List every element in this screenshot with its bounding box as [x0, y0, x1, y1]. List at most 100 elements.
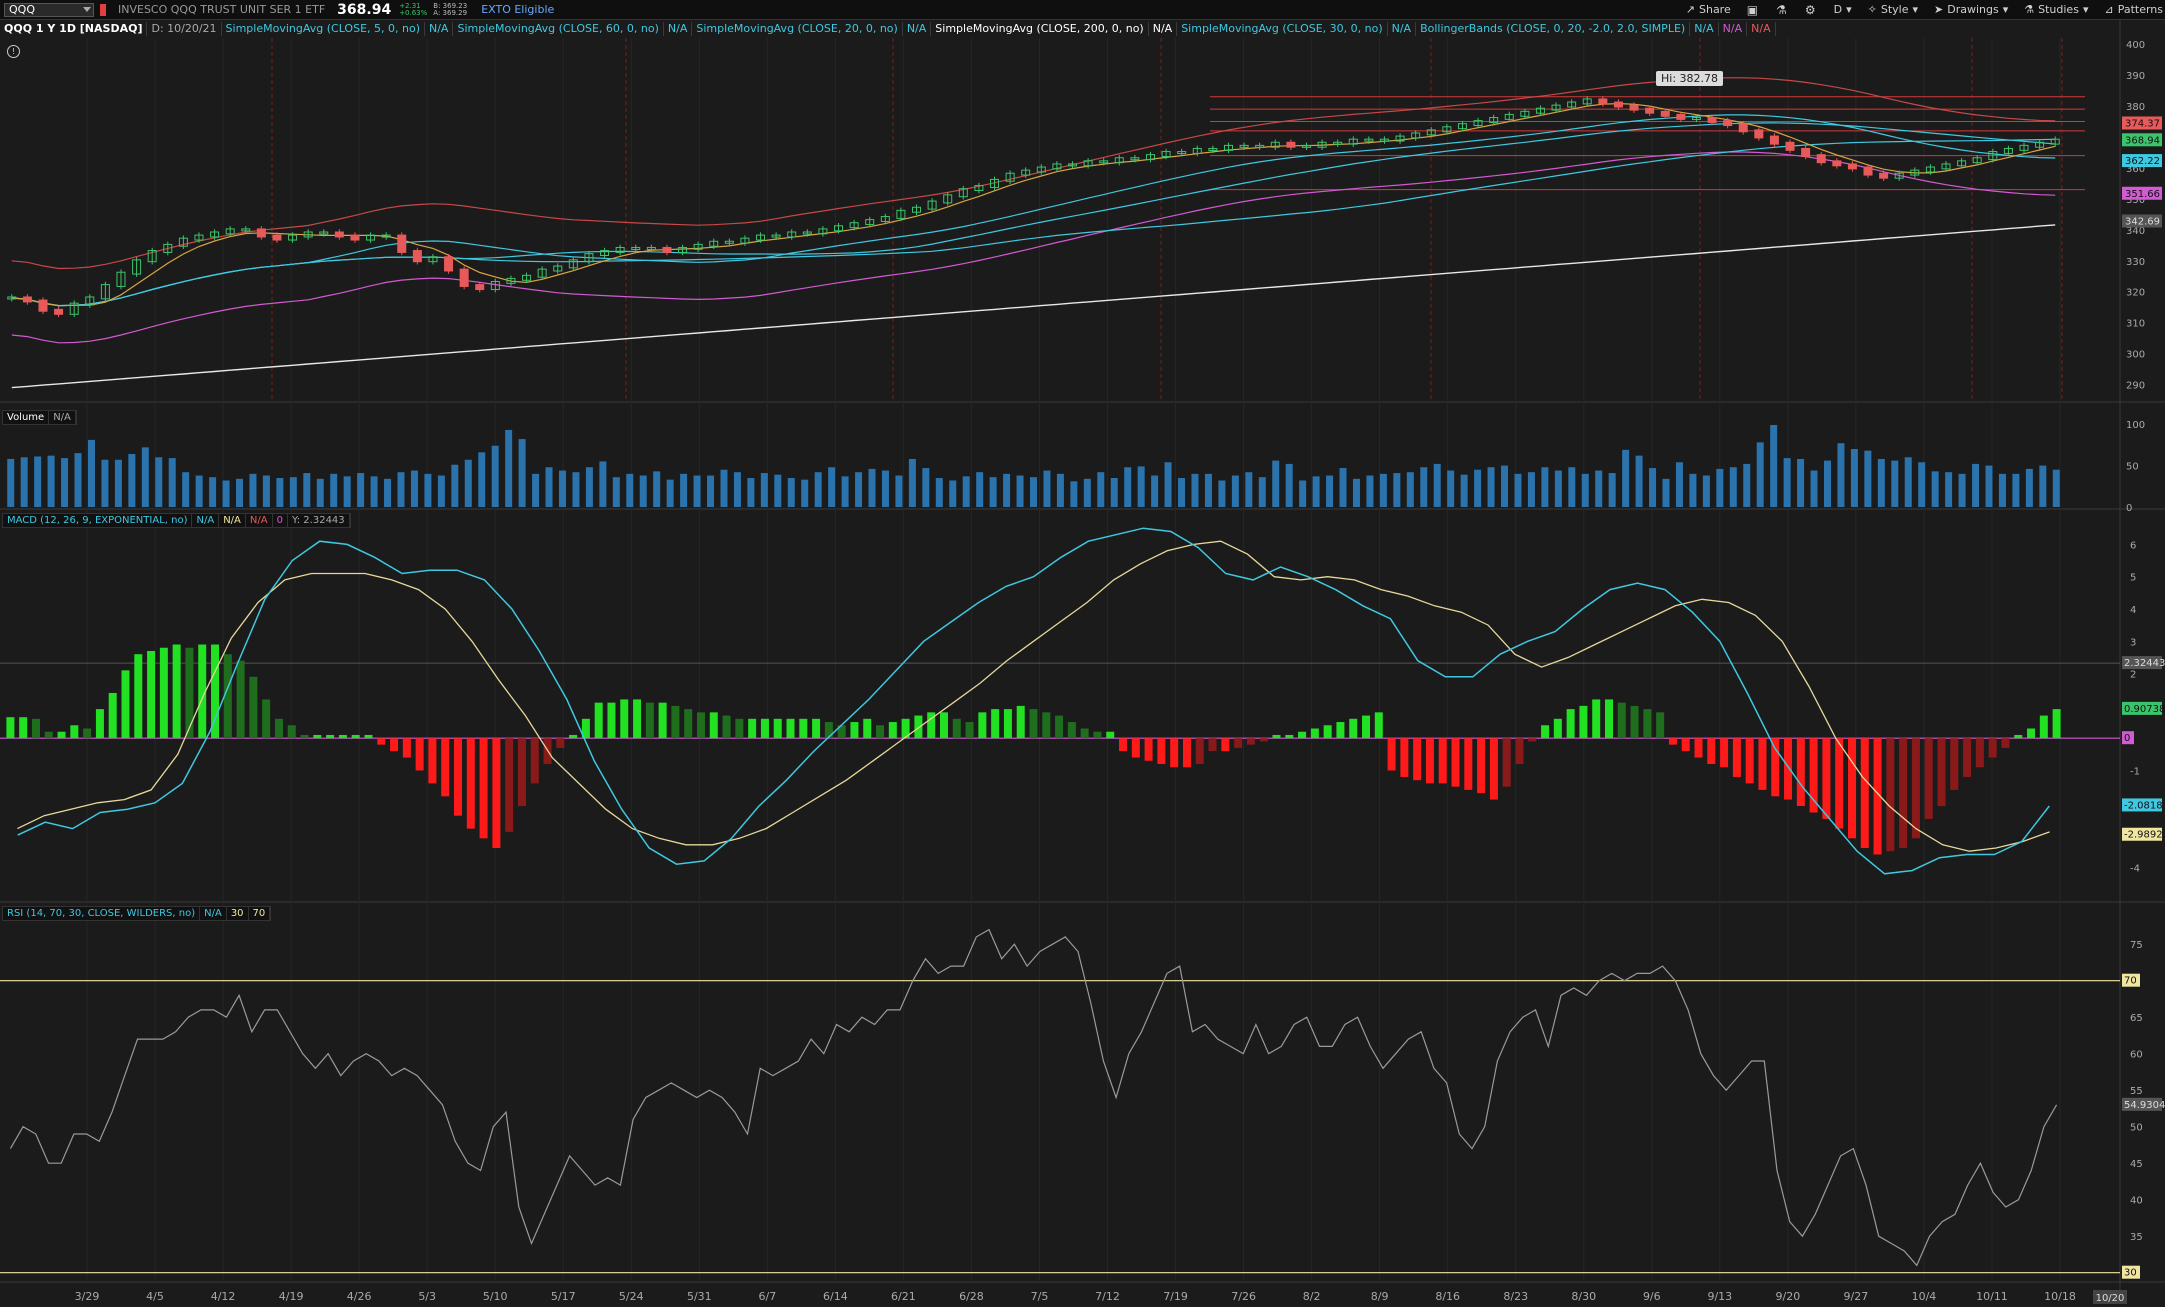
macd-histogram-bar — [1847, 738, 1856, 839]
macd-histogram-bar — [1617, 702, 1626, 739]
volume-bar — [1312, 476, 1320, 507]
volume-bar — [626, 473, 634, 507]
macd-title[interactable]: MACD (12, 26, 9, EXPONENTIAL, no) — [3, 514, 193, 527]
macd-histogram-bar — [121, 670, 130, 739]
macd-histogram-bar — [44, 731, 53, 739]
volume-bar — [868, 468, 876, 507]
info-icon[interactable]: ! — [7, 45, 20, 58]
macd-histogram-bar — [1975, 738, 1984, 768]
macd-histogram-bar — [1106, 731, 1115, 739]
macd-histogram-bar — [326, 734, 335, 739]
price-tick-label: 390 — [2126, 71, 2145, 82]
candle-body — [1629, 104, 1639, 111]
candle-body — [397, 234, 407, 253]
macd-histogram-bar — [1208, 738, 1217, 752]
volume-bar — [1622, 449, 1630, 507]
macd-histogram-bar — [1720, 738, 1729, 768]
macd-histogram-bar — [95, 709, 104, 739]
volume-bar — [1581, 473, 1589, 507]
volume-bar — [101, 459, 109, 507]
candle-body — [1769, 135, 1779, 145]
macd-histogram-bar — [1029, 709, 1038, 739]
macd-histogram-bar — [1924, 738, 1933, 819]
macd-tick-label: 4 — [2130, 605, 2136, 616]
macd-histogram-bar — [1221, 738, 1230, 752]
macd-histogram-bar — [991, 709, 1000, 739]
macd-hist-value: N/A — [246, 514, 273, 527]
volume-bar — [343, 476, 351, 507]
volume-bar — [1864, 450, 1872, 507]
macd-histogram-bar — [287, 725, 296, 739]
volume-bar — [1904, 457, 1912, 507]
macd-tick-label: -1 — [2130, 766, 2140, 777]
chart-canvas[interactable]: 3/29 4/5 4/12 4/19 4/26 5/3 5/10 5/17 5/24 5/31 6/… — [0, 0, 2165, 1307]
last-date-label: 10/20 — [2096, 1293, 2125, 1304]
macd-histogram-bar — [850, 722, 859, 739]
volume-bar — [2025, 468, 2033, 507]
volume-bar — [1554, 470, 1562, 507]
x-tick-label: 7/19 — [1163, 1290, 1188, 1303]
volume-bar — [1379, 473, 1387, 507]
volume-bar — [1285, 463, 1293, 507]
candle-body — [1660, 110, 1670, 117]
x-tick-label: 5/17 — [551, 1290, 576, 1303]
rsi-title[interactable]: RSI (14, 70, 30, CLOSE, WILDERS, no) — [3, 907, 201, 920]
volume-bar — [357, 473, 365, 507]
volume-bar — [1716, 468, 1724, 507]
volume-bar — [1931, 471, 1939, 507]
volume-bar — [1083, 478, 1091, 507]
volume-bar — [1756, 442, 1764, 507]
macd-histogram-bar — [1131, 738, 1140, 758]
volume-bar — [370, 476, 378, 507]
macd-histogram-bar — [31, 718, 40, 739]
macd-histogram-bar — [1937, 738, 1946, 807]
macd-histogram-bar — [1387, 738, 1396, 771]
macd-histogram-bar — [594, 702, 603, 739]
candle-body — [444, 256, 454, 272]
volume-bar — [1945, 472, 1953, 507]
macd-histogram-bar — [1963, 738, 1972, 777]
volume-bar — [1447, 470, 1455, 507]
macd-badge-label: -2.0818 — [2124, 800, 2163, 811]
volume-bar — [87, 439, 95, 507]
volume-bar — [747, 478, 755, 507]
macd-histogram-bar — [1886, 738, 1895, 852]
volume-bar — [1501, 465, 1509, 507]
candle-body — [54, 308, 64, 315]
macd-histogram-bar — [1374, 712, 1383, 739]
x-tick-label: 9/27 — [1844, 1290, 1869, 1303]
volume-bar — [1056, 473, 1064, 507]
macd-histogram-bar — [1592, 699, 1601, 739]
volume-bar — [612, 477, 620, 507]
volume-bar — [397, 472, 405, 507]
candle-body — [662, 246, 672, 253]
candle-body — [475, 284, 485, 291]
volume-bar — [814, 472, 822, 507]
volume-bar — [922, 468, 930, 507]
candle-body — [1676, 113, 1686, 120]
macd-histogram-bar — [185, 647, 194, 739]
candle-body — [1723, 120, 1733, 127]
candle-body — [1738, 123, 1748, 133]
volume-bar — [1972, 463, 1980, 507]
macd-histogram-bar — [2039, 715, 2048, 739]
volume-bar — [1231, 475, 1239, 507]
volume-bar — [1433, 463, 1441, 507]
pane-bg — [0, 904, 2120, 1280]
volume-bar — [34, 456, 42, 507]
volume-bar — [262, 475, 270, 507]
volume-bar — [908, 458, 916, 507]
volume-label: Volume N/A — [2, 410, 77, 425]
volume-bar — [182, 472, 190, 507]
macd-histogram-bar — [1911, 738, 1920, 839]
volume-bar — [1487, 467, 1495, 507]
volume-bar — [1178, 478, 1186, 507]
rsi-tick-label: 60 — [2130, 1050, 2143, 1061]
macd-histogram-bar — [1400, 738, 1409, 777]
macd-histogram-bar — [1362, 715, 1371, 739]
macd-histogram-bar — [236, 660, 245, 739]
x-tick-label: 4/26 — [347, 1290, 372, 1303]
rsi-tick-label: 45 — [2130, 1159, 2143, 1170]
macd-histogram-bar — [1694, 738, 1703, 758]
volume-bar — [2012, 473, 2020, 507]
